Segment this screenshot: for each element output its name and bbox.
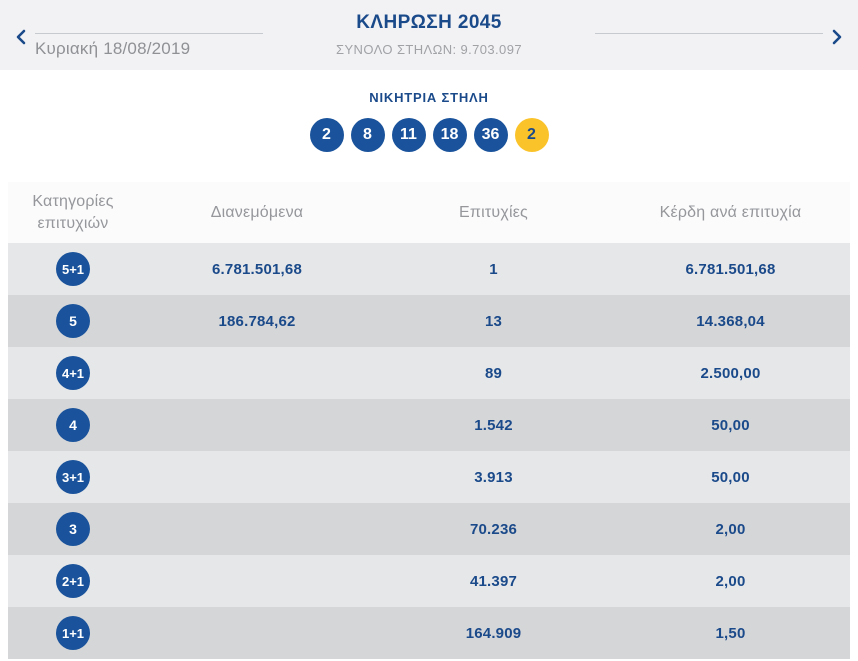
category-ball: 1+1 (56, 616, 90, 650)
prize-value: 2,00 (611, 521, 850, 538)
table-row: 2+1 41.397 2,00 (8, 555, 850, 607)
chevron-right-icon (830, 29, 844, 45)
category-cell: 2+1 (8, 564, 138, 598)
distributed-value: 6.781.501,68 (138, 261, 376, 278)
total-columns-label: ΣΥΝΟΛΟ ΣΤΗΛΩΝ: 9.703.097 (0, 42, 858, 57)
prize-value: 2,00 (611, 573, 850, 590)
winners-value: 13 (376, 313, 611, 330)
draw-header-center: ΚΛΗΡΩΣΗ 2045 ΣΥΝΟΛΟ ΣΤΗΛΩΝ: 9.703.097 (0, 12, 858, 57)
winners-value: 41.397 (376, 573, 611, 590)
winners-value: 1.542 (376, 417, 611, 434)
table-row: 3 70.236 2,00 (8, 503, 850, 555)
results-table: Κατηγορίες επιτυχιών Διανεμόμενα Επιτυχί… (8, 182, 850, 659)
category-ball: 3 (56, 512, 90, 546)
results-table-body: 5+1 6.781.501,68 1 6.781.501,68 5 186.78… (8, 243, 850, 659)
distributed-value: 186.784,62 (138, 313, 376, 330)
winning-number-ball: 36 (474, 118, 508, 152)
category-ball: 2+1 (56, 564, 90, 598)
prize-value: 14.368,04 (611, 313, 850, 330)
winning-numbers: 281118362 (0, 118, 858, 152)
category-ball: 5 (56, 304, 90, 338)
next-draw-button[interactable] (824, 24, 850, 50)
table-row: 5+1 6.781.501,68 1 6.781.501,68 (8, 243, 850, 295)
column-header-distributed: Διανεμόμενα (138, 202, 376, 224)
divider-right (595, 33, 823, 34)
winning-number-ball: 2 (310, 118, 344, 152)
draw-results-page: Κυριακή 18/08/2019 ΚΛΗΡΩΣΗ 2045 ΣΥΝΟΛΟ Σ… (0, 0, 858, 661)
winning-number-ball: 8 (351, 118, 385, 152)
prize-value: 2.500,00 (611, 365, 850, 382)
results-table-header: Κατηγορίες επιτυχιών Διανεμόμενα Επιτυχί… (8, 182, 850, 243)
table-row: 3+1 3.913 50,00 (8, 451, 850, 503)
winners-value: 3.913 (376, 469, 611, 486)
category-cell: 4 (8, 408, 138, 442)
column-header-prize: Κέρδη ανά επιτυχία (611, 202, 850, 224)
table-row: 1+1 164.909 1,50 (8, 607, 850, 659)
winning-number-ball: 11 (392, 118, 426, 152)
winning-number-ball: 18 (433, 118, 467, 152)
table-row: 4 1.542 50,00 (8, 399, 850, 451)
category-ball: 4+1 (56, 356, 90, 390)
category-cell: 5 (8, 304, 138, 338)
draw-title: ΚΛΗΡΩΣΗ 2045 (0, 12, 858, 34)
winners-value: 164.909 (376, 625, 611, 642)
table-row: 4+1 89 2.500,00 (8, 347, 850, 399)
joker-number-ball: 2 (515, 118, 549, 152)
category-cell: 5+1 (8, 252, 138, 286)
prize-value: 50,00 (611, 417, 850, 434)
column-header-winners: Επιτυχίες (376, 202, 611, 224)
winning-column-title: ΝΙΚΗΤΡΙΑ ΣΤΗΛΗ (0, 90, 858, 105)
category-cell: 4+1 (8, 356, 138, 390)
prize-value: 50,00 (611, 469, 850, 486)
winners-value: 89 (376, 365, 611, 382)
category-cell: 3 (8, 512, 138, 546)
column-header-categories: Κατηγορίες επιτυχιών (8, 191, 138, 234)
category-ball: 3+1 (56, 460, 90, 494)
category-ball: 5+1 (56, 252, 90, 286)
category-ball: 4 (56, 408, 90, 442)
winners-value: 70.236 (376, 521, 611, 538)
category-cell: 3+1 (8, 460, 138, 494)
category-cell: 1+1 (8, 616, 138, 650)
table-row: 5 186.784,62 13 14.368,04 (8, 295, 850, 347)
winning-column-section: ΝΙΚΗΤΡΙΑ ΣΤΗΛΗ 281118362 (0, 70, 858, 182)
draw-navigation-header: Κυριακή 18/08/2019 ΚΛΗΡΩΣΗ 2045 ΣΥΝΟΛΟ Σ… (0, 0, 858, 70)
prize-value: 1,50 (611, 625, 850, 642)
winners-value: 1 (376, 261, 611, 278)
prize-value: 6.781.501,68 (611, 261, 850, 278)
